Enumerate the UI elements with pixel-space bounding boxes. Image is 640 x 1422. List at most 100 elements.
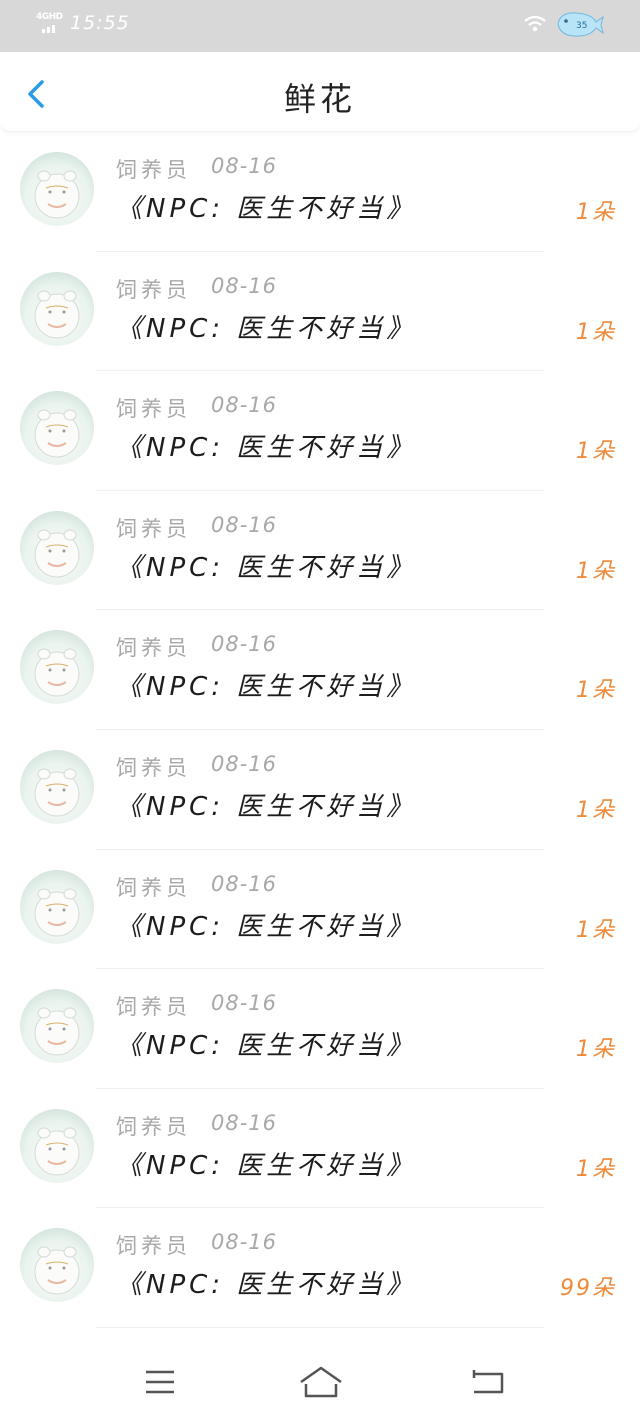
menu-icon bbox=[146, 1370, 174, 1394]
status-time: 15:55 bbox=[70, 12, 130, 34]
page-title: 鲜花 bbox=[283, 80, 356, 118]
flower-count: 1朵 bbox=[576, 678, 616, 704]
record-row[interactable]: 饲养员 08-16 《NPC: 医生不好当》 1朵 bbox=[0, 491, 640, 611]
flower-count: 1朵 bbox=[576, 1037, 616, 1063]
header: 鲜花 bbox=[0, 52, 640, 132]
flower-count: 1朵 bbox=[576, 917, 616, 943]
record-row[interactable]: 饲养员 08-16 《NPC: 医生不好当》 1朵 bbox=[0, 371, 640, 491]
flower-count: 99朵 bbox=[560, 1276, 616, 1302]
record-date: 08-16 bbox=[211, 991, 278, 1016]
avatar[interactable] bbox=[20, 749, 94, 824]
record-row[interactable]: 饲养员 08-16 《NPC: 医生不好当》 1朵 bbox=[0, 132, 640, 252]
record-date: 08-16 bbox=[211, 512, 278, 537]
record-row[interactable]: 饲养员 08-16 《NPC: 医生不好当》 1朵 bbox=[0, 969, 640, 1089]
sender-name: 饲养员 bbox=[116, 636, 191, 661]
flower-count: 1朵 bbox=[576, 319, 616, 345]
record-date: 08-16 bbox=[211, 1230, 278, 1255]
record-row[interactable]: 饲养员 08-16 《NPC: 医生不好当》 1朵 bbox=[0, 730, 640, 850]
avatar[interactable] bbox=[20, 271, 94, 346]
record-meta: 饲养员 08-16 bbox=[116, 1230, 277, 1260]
record-date: 08-16 bbox=[211, 1110, 278, 1135]
sender-name: 饲养员 bbox=[116, 158, 191, 182]
status-bar: 4GHD 15:55 35 bbox=[0, 0, 640, 52]
avatar[interactable] bbox=[20, 630, 94, 705]
record-meta: 饲养员 08-16 bbox=[116, 632, 277, 662]
avatar-image bbox=[34, 1246, 80, 1295]
avatar-image bbox=[34, 170, 80, 219]
record-date: 08-16 bbox=[211, 393, 278, 418]
book-title: 《NPC: 医生不好当》 bbox=[116, 313, 417, 344]
record-meta: 饲养员 08-16 bbox=[116, 752, 277, 782]
avatar-image bbox=[34, 648, 80, 697]
record-meta: 饲养员 08-16 bbox=[116, 991, 277, 1021]
record-date: 08-16 bbox=[211, 871, 278, 896]
record-row[interactable]: 饲养员 08-16 《NPC: 医生不好当》 1朵 bbox=[0, 252, 640, 372]
record-date: 08-16 bbox=[211, 751, 278, 776]
avatar[interactable] bbox=[20, 152, 94, 226]
flower-count: 1朵 bbox=[576, 558, 616, 584]
sender-name: 饲养员 bbox=[116, 516, 191, 541]
system-back-button[interactable] bbox=[468, 1362, 508, 1402]
sender-name: 饲养员 bbox=[116, 995, 191, 1020]
record-meta: 饲养员 08-16 bbox=[116, 154, 277, 184]
wifi-icon bbox=[524, 15, 546, 32]
sender-name: 饲养员 bbox=[116, 277, 191, 302]
avatar[interactable] bbox=[20, 869, 94, 944]
record-date: 08-16 bbox=[211, 632, 278, 657]
record-row[interactable]: 饲养员 08-16 《NPC: 医生不好当》 1朵 bbox=[0, 1089, 640, 1209]
record-date: 08-16 bbox=[211, 154, 278, 178]
book-title: 《NPC: 医生不好当》 bbox=[116, 911, 417, 942]
record-meta: 饲养员 08-16 bbox=[116, 1111, 277, 1141]
book-title: 《NPC: 医生不好当》 bbox=[116, 194, 417, 224]
avatar-image bbox=[34, 290, 80, 339]
record-meta: 饲养员 08-16 bbox=[116, 274, 277, 304]
menu-button[interactable] bbox=[140, 1362, 180, 1402]
network-type: 4GHD bbox=[36, 12, 63, 22]
avatar-image bbox=[34, 529, 80, 578]
avatar-image bbox=[34, 888, 80, 937]
flower-count: 1朵 bbox=[576, 200, 616, 225]
record-row[interactable]: 饲养员 08-16 《NPC: 医生不好当》 1朵 bbox=[0, 850, 640, 970]
avatar-image bbox=[34, 768, 80, 817]
status-left: 4GHD 15:55 bbox=[36, 12, 130, 34]
avatar[interactable] bbox=[20, 391, 94, 466]
avatar[interactable] bbox=[20, 1108, 94, 1183]
flower-count: 1朵 bbox=[576, 1156, 616, 1182]
sender-name: 饲养员 bbox=[116, 875, 191, 900]
avatar[interactable] bbox=[20, 1228, 94, 1303]
record-row[interactable]: 饲养员 08-16 《NPC: 医生不好当》 1朵 bbox=[0, 610, 640, 730]
status-right: 35 bbox=[524, 8, 604, 40]
record-date: 08-16 bbox=[211, 273, 278, 298]
avatar-image bbox=[34, 409, 80, 458]
sender-name: 饲养员 bbox=[116, 1234, 191, 1259]
navigation-bar bbox=[0, 1342, 640, 1422]
record-meta: 饲养员 08-16 bbox=[116, 393, 277, 423]
avatar-image bbox=[34, 1007, 80, 1056]
signal-icon: 4GHD bbox=[36, 12, 64, 34]
sender-name: 饲养员 bbox=[116, 397, 191, 422]
book-title: 《NPC: 医生不好当》 bbox=[116, 552, 417, 583]
home-button[interactable] bbox=[298, 1362, 344, 1402]
book-title: 《NPC: 医生不好当》 bbox=[116, 1270, 417, 1301]
avatar-image bbox=[34, 1127, 80, 1176]
battery-icon: 35 bbox=[557, 12, 604, 37]
avatar[interactable] bbox=[20, 510, 94, 585]
book-title: 《NPC: 医生不好当》 bbox=[116, 1150, 417, 1181]
sender-name: 饲养员 bbox=[116, 755, 191, 780]
book-title: 《NPC: 医生不好当》 bbox=[116, 1031, 417, 1062]
flower-records-list: 饲养员 08-16 《NPC: 医生不好当》 1朵 饲养员 08-16 《NPC… bbox=[0, 132, 640, 1328]
back-icon bbox=[472, 1370, 504, 1394]
record-meta: 饲养员 08-16 bbox=[116, 513, 277, 543]
flower-count: 1朵 bbox=[576, 439, 616, 465]
book-title: 《NPC: 医生不好当》 bbox=[116, 672, 417, 703]
record-row[interactable]: 饲养员 08-16 《NPC: 医生不好当》 99朵 bbox=[0, 1208, 640, 1328]
flower-count: 1朵 bbox=[576, 797, 616, 823]
book-title: 《NPC: 医生不好当》 bbox=[116, 433, 417, 464]
battery-level: 35 bbox=[576, 21, 587, 31]
record-meta: 饲养员 08-16 bbox=[116, 872, 277, 902]
row-divider bbox=[96, 1326, 544, 1328]
book-title: 《NPC: 医生不好当》 bbox=[116, 791, 417, 822]
home-icon bbox=[300, 1366, 342, 1398]
sender-name: 饲养员 bbox=[116, 1114, 191, 1139]
avatar[interactable] bbox=[20, 989, 94, 1064]
